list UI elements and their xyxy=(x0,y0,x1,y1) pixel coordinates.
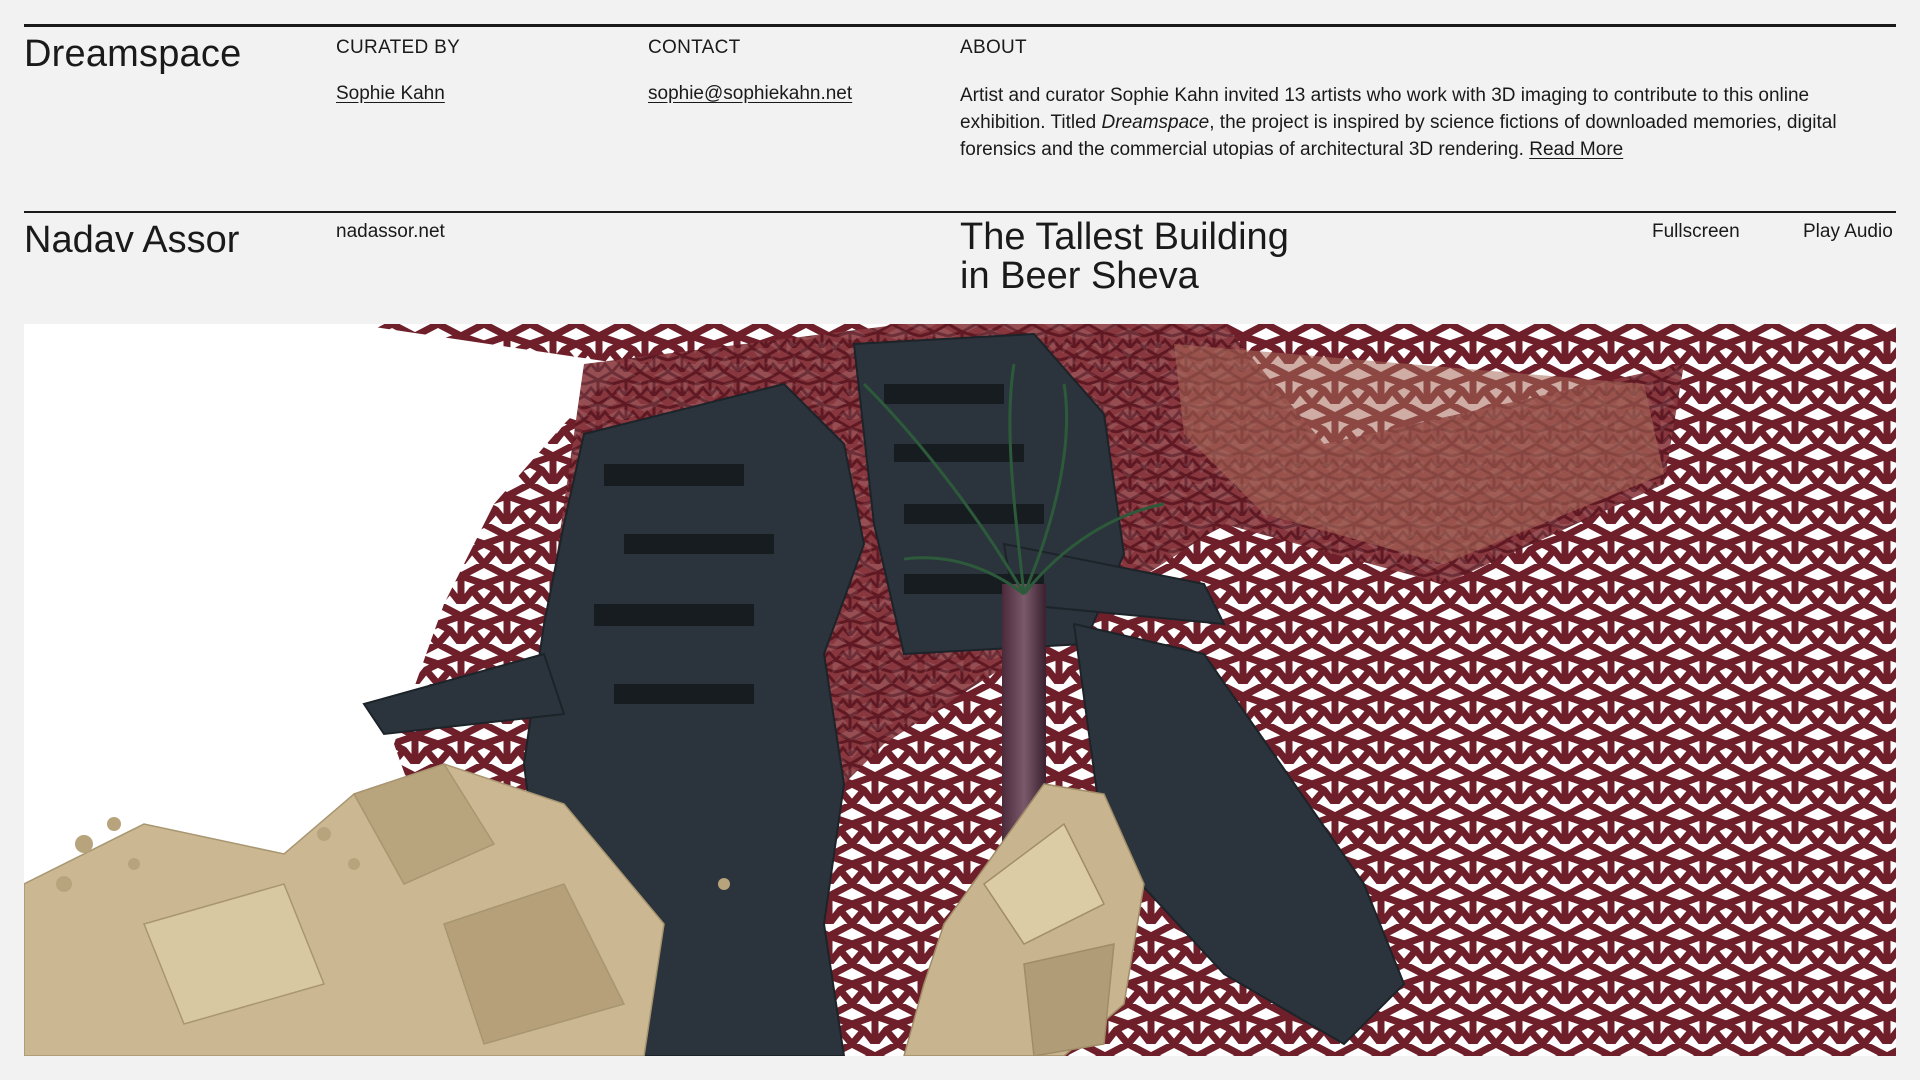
about-label: ABOUT xyxy=(960,37,1027,58)
read-more-link[interactable]: Read More xyxy=(1529,139,1623,160)
artist-name: Nadav Assor xyxy=(24,219,240,261)
site-title[interactable]: Dreamspace xyxy=(24,32,241,76)
artwork-3d-viewport[interactable] xyxy=(24,324,1896,1056)
curated-by-label: CURATED BY xyxy=(336,37,461,58)
artwork-scene xyxy=(24,324,1896,1056)
about-text-title: Dreamspace xyxy=(1101,112,1210,133)
contact-email-link[interactable]: sophie@sophiekahn.net xyxy=(648,82,852,106)
section-rule xyxy=(24,211,1896,213)
work-title-line-1: The Tallest Building xyxy=(960,216,1289,258)
artist-site-link[interactable]: nadassor.net xyxy=(336,220,445,244)
work-title: The Tallest Building in Beer Sheva xyxy=(960,218,1380,296)
rock-left xyxy=(24,763,665,1056)
curator-link[interactable]: Sophie Kahn xyxy=(336,82,445,106)
work-title-line-2: in Beer Sheva xyxy=(960,255,1199,297)
play-audio-button[interactable]: Play Audio xyxy=(1803,220,1893,244)
contact-label: CONTACT xyxy=(648,37,741,58)
fullscreen-button[interactable]: Fullscreen xyxy=(1652,220,1740,244)
about-text: Artist and curator Sophie Kahn invited 1… xyxy=(960,82,1880,163)
top-rule xyxy=(24,24,1896,27)
